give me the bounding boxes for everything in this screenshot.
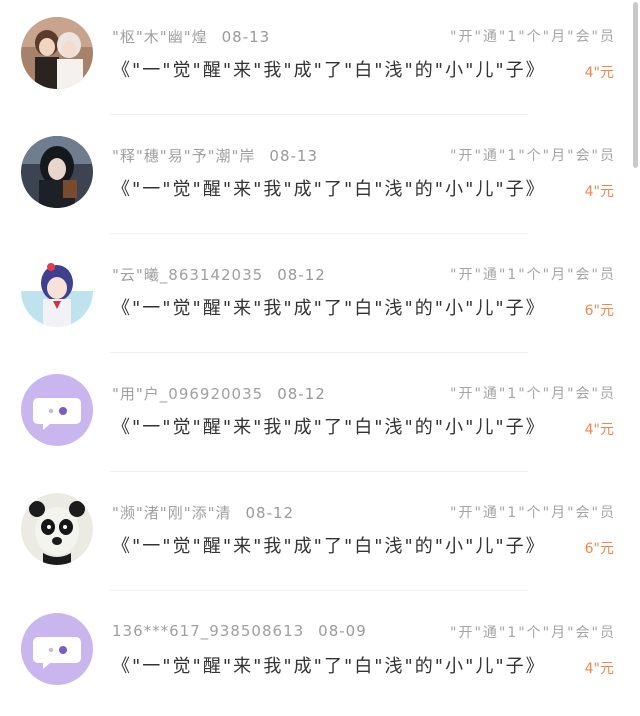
order-date: 08-12 [277,385,326,403]
order-date: 08-12 [245,504,295,522]
order-type: "开"通"1"个"月"会"员 [450,625,616,641]
scrollbar-thumb[interactable] [633,2,638,168]
avatar[interactable] [21,493,93,565]
list-item[interactable]: "释"穗"易"予"潮"岸 08-13 《"一"觉"醒"来"我"成"了"白"浅"的"… [0,119,628,239]
avatar[interactable] [21,17,93,89]
order-price: 4"元 [584,661,614,677]
order-date: 08-09 [318,622,367,640]
list-item[interactable]: "用"户_096920035 08-12 《"一"觉"醒"来"我"成"了"白"浅"… [0,357,628,477]
order-type: "开"通"1"个"月"会"员 [450,505,616,521]
buyer-name: "云"曦_863142035 [112,266,264,284]
book-title: 《"一"觉"醒"来"我"成"了"白"浅"的"小"儿"子》 [112,656,546,677]
list-item[interactable]: 136***617_938508613 08-09 《"一"觉"醒"来"我"成"了… [0,596,628,716]
order-price: 4"元 [584,65,614,81]
avatar[interactable] [21,374,93,446]
order-price: 6"元 [584,541,614,557]
buyer-name-line: 136***617_938508613 08-09 [112,622,367,640]
divider [110,233,528,234]
buyer-name: "濒"渚"刚"添"清 [112,504,232,522]
default-chat-avatar-icon [21,374,93,446]
book-title: 《"一"觉"醒"来"我"成"了"白"浅"的"小"儿"子》 [112,417,546,438]
panda-avatar-icon [21,493,93,565]
divider [110,471,528,472]
order-type: "开"通"1"个"月"会"员 [450,148,616,164]
buyer-name: "用"户_096920035 [112,385,264,403]
buyer-name-line: "枢"木"幽"煌 08-13 [112,26,270,47]
anime-boy-avatar-icon [21,17,93,89]
order-price: 6"元 [584,303,614,319]
buyer-name: "枢"木"幽"煌 [112,28,208,46]
order-date: 08-13 [269,147,318,165]
order-price: 4"元 [584,184,614,200]
list-item[interactable]: "枢"木"幽"煌 08-13 《"一"觉"醒"来"我"成"了"白"浅"的"小"儿"… [0,0,628,120]
book-title: 《"一"觉"醒"来"我"成"了"白"浅"的"小"儿"子》 [112,179,546,200]
avatar[interactable] [21,613,93,685]
list-item[interactable]: "濒"渚"刚"添"清 08-12 《"一"觉"醒"来"我"成"了"白"浅"的"小"… [0,476,628,596]
order-type: "开"通"1"个"月"会"员 [450,386,616,402]
anime-girl-avatar-icon [21,255,93,327]
buyer-name: "释"穗"易"予"潮"岸 [112,147,256,165]
buyer-name-line: "濒"渚"刚"添"清 08-12 [112,502,294,523]
order-price: 4"元 [584,422,614,438]
buyer-name-line: "用"户_096920035 08-12 [112,383,326,404]
order-list: "枢"木"幽"煌 08-13 《"一"觉"醒"来"我"成"了"白"浅"的"小"儿"… [0,0,628,709]
dark-hair-girl-avatar-icon [21,136,93,208]
book-title: 《"一"觉"醒"来"我"成"了"白"浅"的"小"儿"子》 [112,298,546,319]
divider [110,352,528,353]
order-type: "开"通"1"个"月"会"员 [450,267,616,283]
avatar[interactable] [21,136,93,208]
order-date: 08-13 [221,28,271,46]
default-chat-avatar-icon [21,613,93,685]
order-type: "开"通"1"个"月"会"员 [450,29,616,45]
buyer-name-line: "云"曦_863142035 08-12 [112,264,326,285]
book-title: 《"一"觉"醒"来"我"成"了"白"浅"的"小"儿"子》 [112,60,546,81]
book-title: 《"一"觉"醒"来"我"成"了"白"浅"的"小"儿"子》 [112,536,546,557]
buyer-name-line: "释"穗"易"予"潮"岸 08-13 [112,145,318,166]
buyer-name: 136***617_938508613 [112,622,305,640]
avatar[interactable] [21,255,93,327]
list-item[interactable]: "云"曦_863142035 08-12 《"一"觉"醒"来"我"成"了"白"浅"… [0,238,628,358]
divider [110,590,528,591]
order-date: 08-12 [277,266,326,284]
scrollbar[interactable] [632,0,640,709]
divider [110,114,528,115]
